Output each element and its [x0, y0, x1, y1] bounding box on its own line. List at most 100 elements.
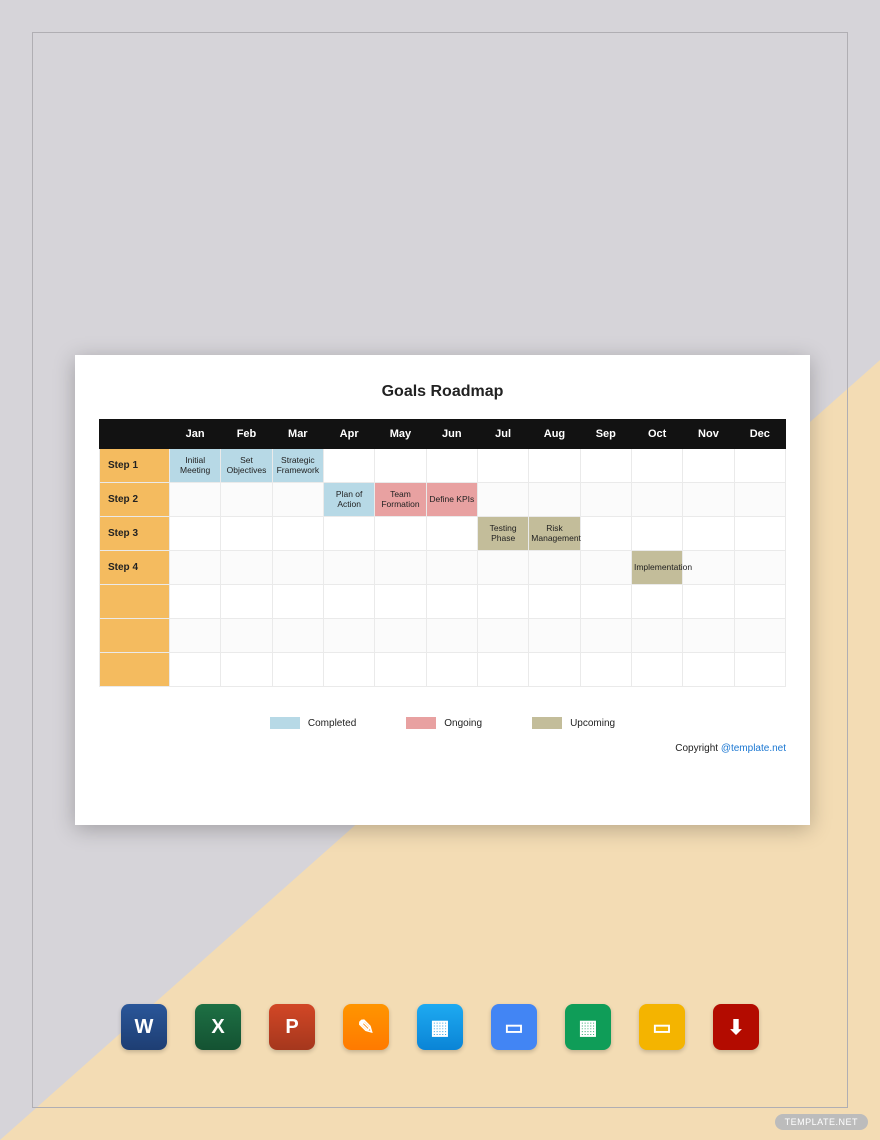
- table-cell: [529, 449, 580, 483]
- copyright-line: Copyright @template.net: [99, 743, 786, 754]
- table-cell: Set Objectives: [221, 449, 272, 483]
- table-header-row: Jan Feb Mar Apr May Jun Jul Aug Sep Oct …: [100, 420, 786, 449]
- word-icon[interactable]: W: [121, 1004, 167, 1050]
- table-row: Step 4 Implementation: [100, 551, 786, 585]
- table-cell: [221, 517, 272, 551]
- table-cell: [272, 551, 323, 585]
- header-month: Jun: [426, 420, 477, 449]
- gslides-icon[interactable]: ▭: [639, 1004, 685, 1050]
- table-cell: [323, 653, 374, 687]
- table-cell: [426, 619, 477, 653]
- table-cell: [170, 551, 221, 585]
- table-cell: [631, 449, 682, 483]
- legend-label: Completed: [308, 718, 356, 729]
- table-cell: [323, 585, 374, 619]
- legend: Completed Ongoing Upcoming: [99, 717, 786, 729]
- header-month: Dec: [734, 420, 785, 449]
- table-cell: [426, 585, 477, 619]
- table-cell: [272, 585, 323, 619]
- header-month: Aug: [529, 420, 580, 449]
- table-cell: [683, 619, 734, 653]
- table-cell: Strategic Framework: [272, 449, 323, 483]
- table-cell: [683, 517, 734, 551]
- header-month: Apr: [323, 420, 374, 449]
- table-cell: [580, 585, 631, 619]
- table-cell: [631, 619, 682, 653]
- table-row: [100, 653, 786, 687]
- legend-item-completed: Completed: [270, 717, 356, 729]
- row-label: Step 1: [100, 449, 170, 483]
- table-cell: [426, 653, 477, 687]
- header-month: Oct: [631, 420, 682, 449]
- table-cell: Define KPIs: [426, 483, 477, 517]
- table-cell: [170, 517, 221, 551]
- table-cell: Implementation: [631, 551, 682, 585]
- table-cell: [375, 449, 426, 483]
- header-month: Sep: [580, 420, 631, 449]
- legend-item-ongoing: Ongoing: [406, 717, 482, 729]
- gdocs-icon[interactable]: ▭: [491, 1004, 537, 1050]
- row-label: [100, 619, 170, 653]
- table-cell: [375, 517, 426, 551]
- table-cell: [580, 517, 631, 551]
- pages-icon[interactable]: ✎: [343, 1004, 389, 1050]
- pdf-icon[interactable]: ⬇: [713, 1004, 759, 1050]
- legend-item-upcoming: Upcoming: [532, 717, 615, 729]
- table-row: Step 1Initial MeetingSet ObjectivesStrat…: [100, 449, 786, 483]
- table-cell: [323, 517, 374, 551]
- table-cell: Testing Phase: [477, 517, 528, 551]
- app-icons-row: W X P ✎ ▦ ▭ ▦ ▭ ⬇: [0, 1004, 880, 1050]
- legend-label: Ongoing: [444, 718, 482, 729]
- table-cell: [272, 517, 323, 551]
- table-cell: [734, 517, 785, 551]
- header-month: Jul: [477, 420, 528, 449]
- table-cell: [529, 551, 580, 585]
- row-label: [100, 653, 170, 687]
- table-cell: [170, 619, 221, 653]
- table-row: [100, 585, 786, 619]
- swatch-ongoing: [406, 717, 436, 729]
- table-cell: [631, 653, 682, 687]
- header-month: Mar: [272, 420, 323, 449]
- table-cell: [580, 483, 631, 517]
- table-cell: Risk Management: [529, 517, 580, 551]
- keynote-icon[interactable]: ▦: [417, 1004, 463, 1050]
- table-cell: [170, 483, 221, 517]
- table-cell: [529, 585, 580, 619]
- table-cell: [477, 551, 528, 585]
- table-cell: [221, 585, 272, 619]
- table-cell: [734, 483, 785, 517]
- header-month: May: [375, 420, 426, 449]
- table-row: [100, 619, 786, 653]
- table-cell: [323, 449, 374, 483]
- table-cell: [477, 653, 528, 687]
- table-cell: [221, 483, 272, 517]
- copyright-link[interactable]: @template.net: [721, 743, 786, 754]
- table-cell: Team Formation: [375, 483, 426, 517]
- header-month: Feb: [221, 420, 272, 449]
- table-cell: [323, 619, 374, 653]
- table-cell: [272, 483, 323, 517]
- table-cell: [323, 551, 374, 585]
- table-cell: [477, 449, 528, 483]
- row-label: Step 2: [100, 483, 170, 517]
- table-cell: [170, 653, 221, 687]
- table-cell: [580, 449, 631, 483]
- table-cell: [734, 551, 785, 585]
- table-cell: [529, 619, 580, 653]
- swatch-completed: [270, 717, 300, 729]
- copyright-prefix: Copyright: [675, 743, 721, 754]
- table-cell: [272, 653, 323, 687]
- document-card: Goals Roadmap Jan Feb Mar Apr May Jun Ju…: [75, 355, 810, 825]
- table-cell: [375, 551, 426, 585]
- row-label: Step 4: [100, 551, 170, 585]
- table-cell: [580, 653, 631, 687]
- table-cell: [734, 653, 785, 687]
- table-cell: [375, 619, 426, 653]
- excel-icon[interactable]: X: [195, 1004, 241, 1050]
- header-corner: [100, 420, 170, 449]
- table-cell: [170, 585, 221, 619]
- powerpoint-icon[interactable]: P: [269, 1004, 315, 1050]
- gsheets-icon[interactable]: ▦: [565, 1004, 611, 1050]
- table-cell: [734, 449, 785, 483]
